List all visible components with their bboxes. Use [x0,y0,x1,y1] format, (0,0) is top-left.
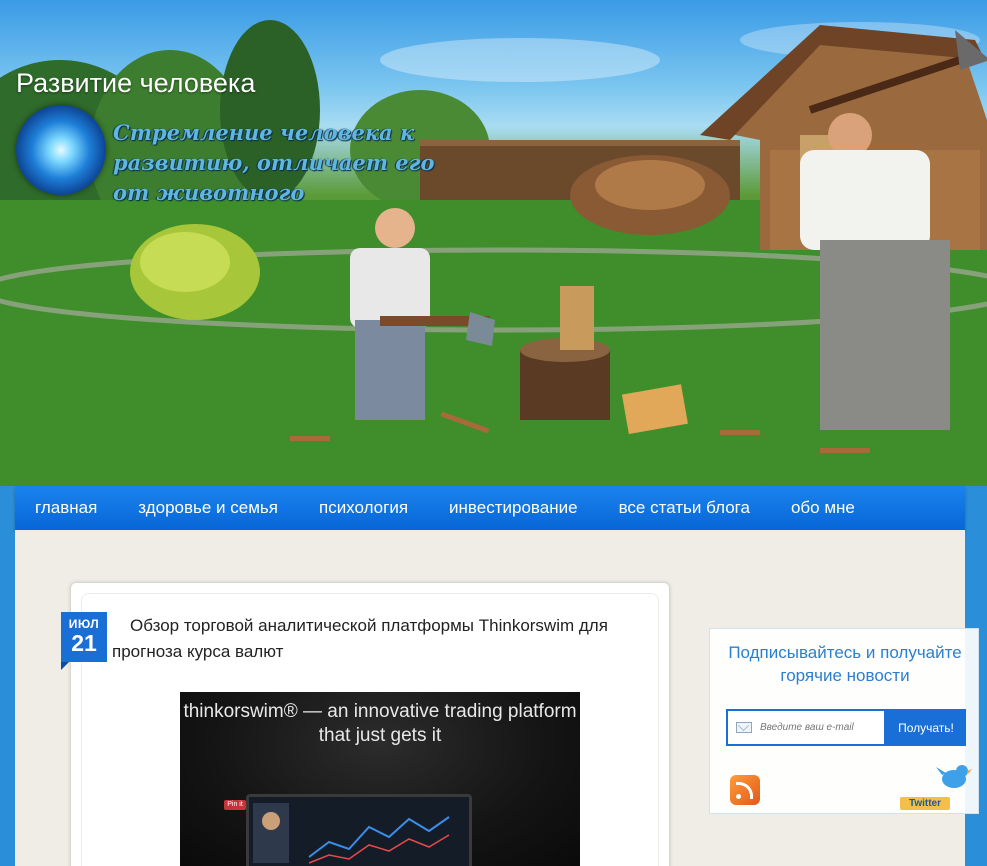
nav-item-investing[interactable]: инвестирование [449,498,578,518]
email-input[interactable] [760,711,884,744]
laptop-screen-graphic [246,794,472,866]
subscribe-heading: Подписывайтесь и получайте горячие новос… [728,643,962,685]
chart-thumbnail [249,797,469,866]
main-navigation: главная здоровье и семья психология инве… [15,486,965,530]
header-banner: Развитие человека Стремление человека к … [0,0,987,486]
post-title[interactable]: Обзор торговой аналитической платформы T… [112,613,632,665]
post-date-badge: ИЮЛ 21 [61,612,107,670]
subscribe-button[interactable]: Получать! [886,709,966,746]
subscribe-widget: Подписывайтесь и получайте горячие новос… [709,628,979,814]
nav-item-health-family[interactable]: здоровье и семья [138,498,278,518]
post-date-month: ИЮЛ [68,617,100,631]
post-image-headline: thinkorswim® — an innovative trading pla… [183,701,577,746]
nav-item-home[interactable]: главная [35,498,97,518]
rss-icon[interactable] [730,775,760,805]
logo-icon[interactable] [16,105,106,195]
nav-item-all-articles[interactable]: все статьи блога [619,498,750,518]
email-field-wrapper [726,709,886,746]
twitter-bird-icon [936,765,972,788]
mail-icon [736,722,752,733]
site-title[interactable]: Развитие человека [16,68,255,99]
post-date-day: 21 [71,630,97,656]
nav-item-about[interactable]: обо мне [791,498,855,518]
twitter-label: Twitter [900,797,950,810]
twitter-icon[interactable]: Twitter [900,765,972,810]
nav-item-psychology[interactable]: психология [319,498,408,518]
pin-it-button[interactable]: Pin it [224,800,246,810]
post-image[interactable]: thinkorswim® — an innovative trading pla… [180,692,580,866]
site-tagline: Стремление человека к развитию, отличает… [113,120,435,205]
